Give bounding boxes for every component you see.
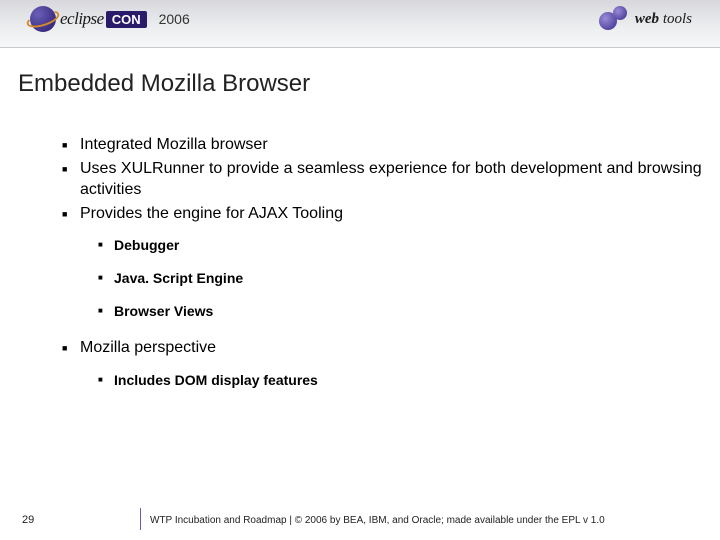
bullet-list-sub: Debugger Java. Script Engine Browser Vie…: [98, 236, 720, 321]
slide-header: eclipse CON 2006 web tools: [0, 0, 720, 48]
sub-bullet-item: Browser Views: [98, 302, 720, 321]
bullet-item: Uses XULRunner to provide a seamless exp…: [62, 158, 720, 201]
webtools-logo: web tools: [599, 4, 692, 34]
webtools-logo-text: web tools: [635, 11, 692, 28]
con-badge: CON: [106, 11, 147, 28]
eclipse-orb-icon: [30, 6, 56, 32]
footer-divider: [140, 508, 141, 530]
gears-icon: [599, 4, 629, 34]
sub-bullet-item: Debugger: [98, 236, 720, 255]
eclipsecon-logo: eclipse CON 2006: [30, 6, 190, 32]
bullet-item: Mozilla perspective: [62, 337, 720, 359]
bullet-list-main: Mozilla perspective: [62, 337, 720, 359]
slide-footer: 29 WTP Incubation and Roadmap | © 2006 b…: [0, 500, 720, 530]
sub-bullet-item: Includes DOM display features: [98, 371, 720, 390]
page-number: 29: [22, 514, 34, 526]
eclipse-logo-text: eclipse: [60, 9, 104, 29]
slide-title: Embedded Mozilla Browser: [18, 70, 720, 98]
bullet-list-sub: Includes DOM display features: [98, 371, 720, 390]
slide-content: Integrated Mozilla browser Uses XULRunne…: [62, 134, 720, 390]
bullet-list-main: Integrated Mozilla browser Uses XULRunne…: [62, 134, 720, 224]
bullet-item: Provides the engine for AJAX Tooling: [62, 203, 720, 225]
footer-text: WTP Incubation and Roadmap | © 2006 by B…: [150, 515, 605, 526]
bullet-item: Integrated Mozilla browser: [62, 134, 720, 156]
sub-bullet-item: Java. Script Engine: [98, 269, 720, 288]
conference-year: 2006: [159, 11, 190, 27]
